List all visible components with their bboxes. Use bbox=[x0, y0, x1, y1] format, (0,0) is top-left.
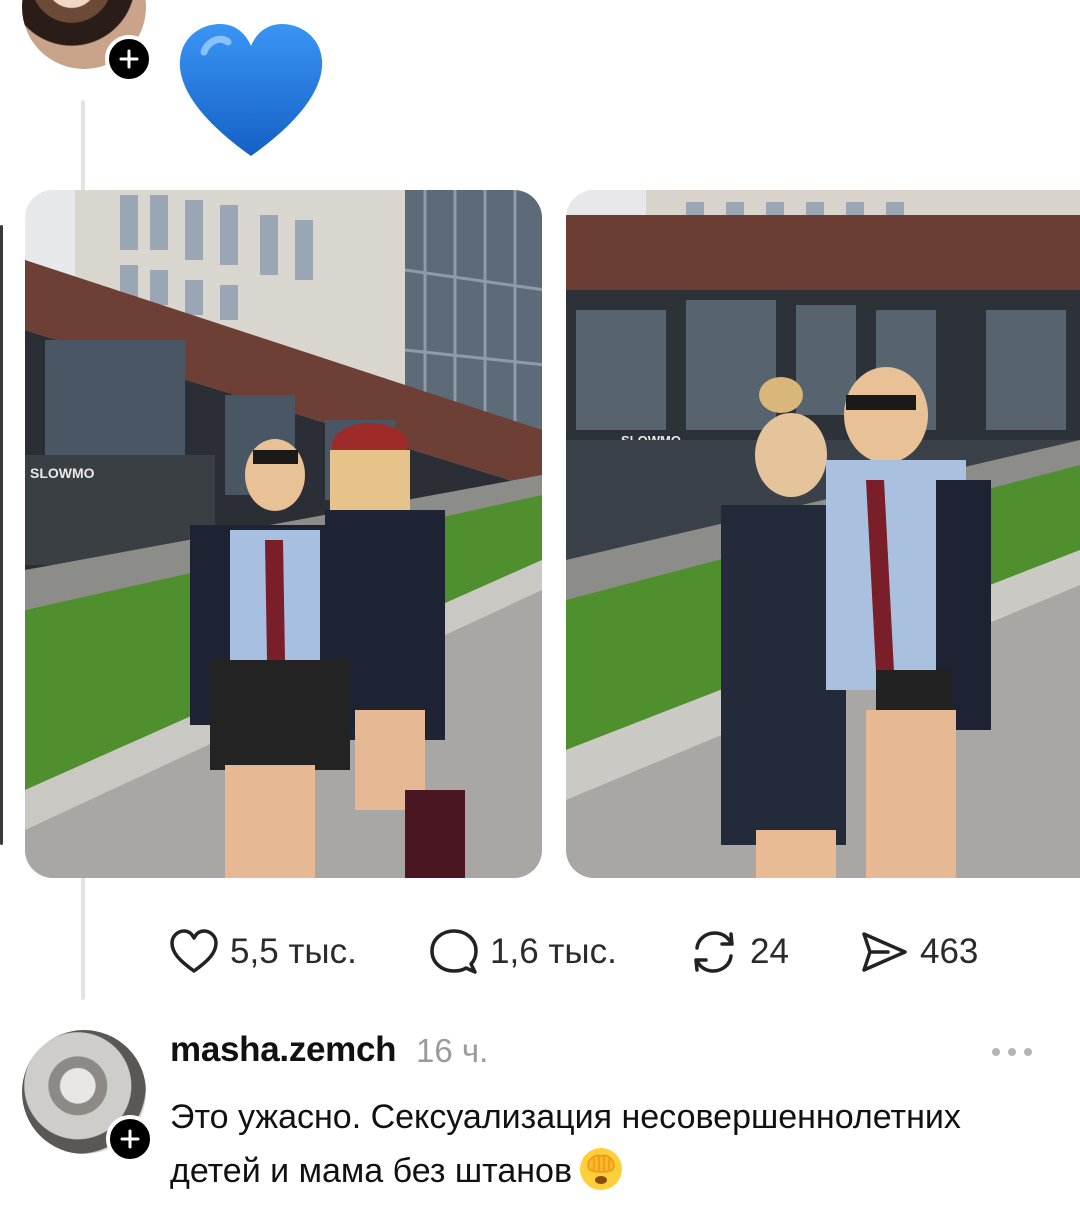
comment-body: Это ужасно. Сексуализация несовершенноле… bbox=[170, 1090, 1060, 1198]
comment-button[interactable]: 1,6 тыс. bbox=[428, 922, 617, 982]
comment-timestamp: 16 ч. bbox=[416, 1032, 489, 1069]
repost-icon bbox=[694, 931, 734, 973]
share-button[interactable]: 463 bbox=[858, 922, 978, 982]
more-dots-icon[interactable] bbox=[990, 1044, 1034, 1060]
svg-text:SLOWMO: SLOWMO bbox=[30, 465, 95, 481]
comment-text: Это ужасно. Сексуализация несовершенноле… bbox=[170, 1098, 961, 1190]
follow-plus-icon[interactable] bbox=[105, 35, 153, 83]
repost-button[interactable]: 24 bbox=[688, 922, 789, 982]
share-count: 463 bbox=[920, 932, 979, 971]
send-icon bbox=[862, 932, 907, 972]
face-with-hand-over-eyes-emoji bbox=[578, 1146, 624, 1192]
comment-count: 1,6 тыс. bbox=[490, 932, 617, 971]
previous-photo-edge[interactable] bbox=[0, 225, 3, 845]
post-photo-1[interactable]: SLOWMO bbox=[25, 190, 542, 878]
like-button[interactable]: 5,5 тыс. bbox=[168, 922, 357, 982]
comment-follow-plus-icon[interactable] bbox=[106, 1115, 154, 1163]
comment-username[interactable]: masha.zemch bbox=[170, 1030, 397, 1070]
repost-count: 24 bbox=[750, 932, 789, 971]
like-count: 5,5 тыс. bbox=[230, 932, 357, 971]
blue-heart-emoji bbox=[176, 22, 326, 160]
comment-icon bbox=[430, 929, 478, 974]
heart-icon bbox=[170, 929, 218, 973]
post-photo-2[interactable]: SLOWMO bbox=[566, 190, 1080, 878]
